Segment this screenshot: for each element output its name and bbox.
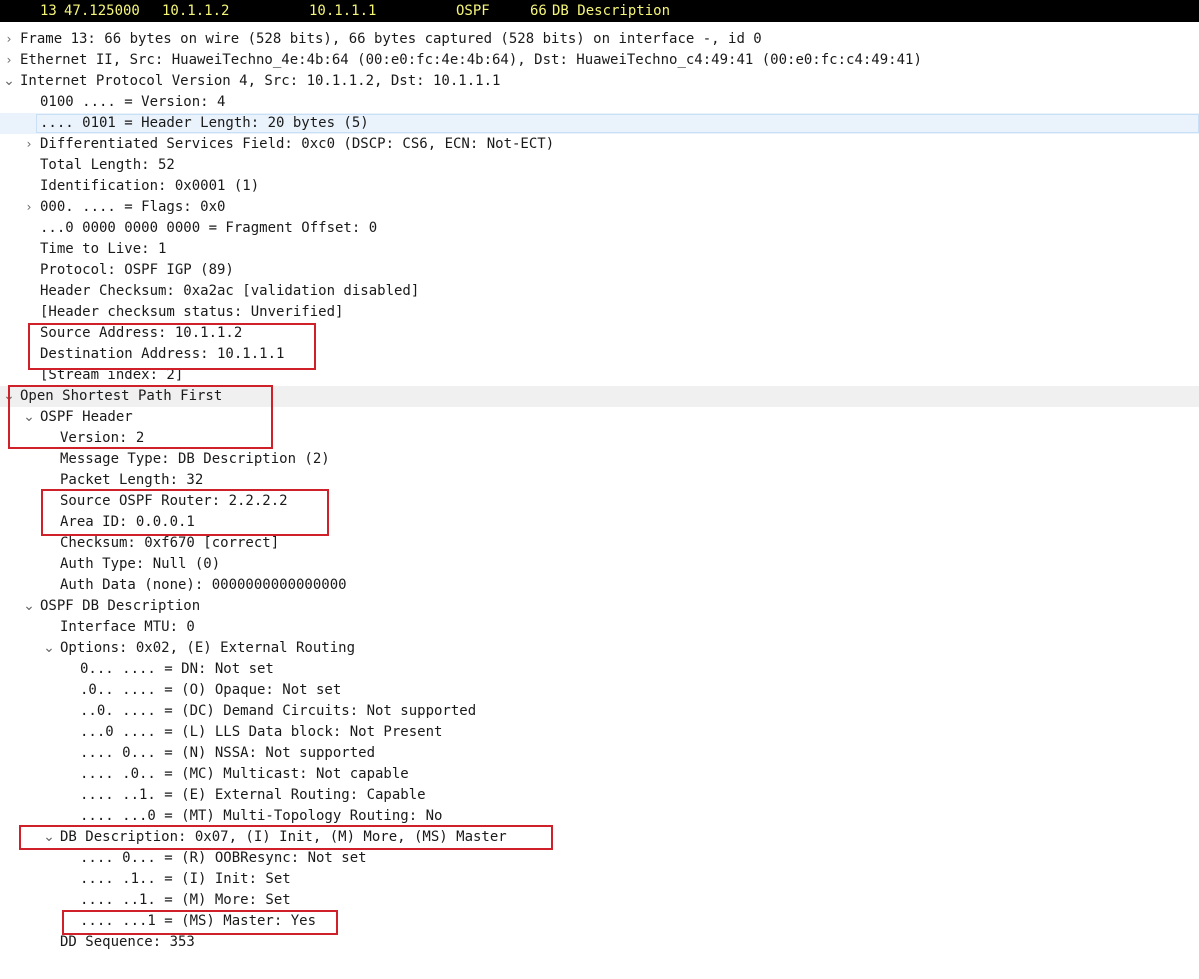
- tree-row[interactable]: .... .0.. = (MC) Multicast: Not capable: [0, 764, 1199, 785]
- tree-row[interactable]: › Differentiated Services Field: 0xc0 (DS…: [0, 134, 1199, 155]
- packet-time: 47.125000: [64, 3, 140, 19]
- tree-row-label: 0... .... = DN: Not set: [80, 661, 274, 677]
- chevron-right-icon[interactable]: ›: [22, 134, 36, 155]
- tree-row[interactable]: [Header checksum status: Unverified]: [0, 302, 1199, 323]
- tree-row-label: OSPF DB Description: [40, 598, 201, 614]
- tree-row-label: ...0 0000 0000 0000 = Fragment Offset: 0: [40, 220, 378, 236]
- tree-row[interactable]: Auth Type: Null (0): [0, 554, 1199, 575]
- chevron-right-icon[interactable]: ›: [2, 29, 16, 50]
- tree-row-label: Auth Type: Null (0): [60, 556, 221, 572]
- tree-row-label: [Header checksum status: Unverified]: [40, 304, 344, 320]
- tree-row[interactable]: .... 0... = (N) NSSA: Not supported: [0, 743, 1199, 764]
- annotation-box-master-flag: [62, 910, 338, 935]
- packet-protocol: OSPF: [456, 3, 490, 19]
- packet-source: 10.1.1.2: [162, 3, 230, 19]
- tree-row[interactable]: ⌄ Options: 0x02, (E) External Routing: [0, 638, 1199, 659]
- tree-row[interactable]: › Frame 13: 66 bytes on wire (528 bits), …: [0, 29, 1199, 50]
- tree-row[interactable]: Total Length: 52: [0, 155, 1199, 176]
- tree-row-label: Message Type: DB Description (2): [60, 451, 330, 467]
- tree-row-label: 000. .... = Flags: 0x0: [40, 199, 226, 215]
- tree-row-label: .... .0.. = (MC) Multicast: Not capable: [80, 766, 409, 782]
- tree-row[interactable]: .0.. .... = (O) Opaque: Not set: [0, 680, 1199, 701]
- tree-row-label: .... 0... = (R) OOBResync: Not set: [80, 850, 367, 866]
- tree-row-label: Total Length: 52: [40, 157, 175, 173]
- tree-row-label: Protocol: OSPF IGP (89): [40, 262, 234, 278]
- chevron-right-icon[interactable]: ›: [22, 197, 36, 218]
- tree-row-label: Header Checksum: 0xa2ac [validation disa…: [40, 283, 420, 299]
- tree-row[interactable]: Checksum: 0xf670 [correct]: [0, 533, 1199, 554]
- packet-number: 13: [40, 3, 57, 19]
- tree-row[interactable]: ⌄ Internet Protocol Version 4, Src: 10.1.…: [0, 71, 1199, 92]
- chevron-down-icon[interactable]: ⌄: [42, 638, 56, 659]
- tree-row-label: ..0. .... = (DC) Demand Circuits: Not su…: [80, 703, 477, 719]
- annotation-box-ip-addresses: [28, 323, 316, 370]
- tree-row-label: .... ...0 = (MT) Multi-Topology Routing:…: [80, 808, 443, 824]
- tree-row[interactable]: Protocol: OSPF IGP (89): [0, 260, 1199, 281]
- tree-row[interactable]: ...0 0000 0000 0000 = Fragment Offset: 0: [0, 218, 1199, 239]
- tree-row-label: Identification: 0x0001 (1): [40, 178, 260, 194]
- packet-info: DB Description: [552, 3, 671, 19]
- annotation-box-ospf-header: [8, 385, 273, 449]
- tree-row[interactable]: Header Checksum: 0xa2ac [validation disa…: [0, 281, 1199, 302]
- chevron-down-icon[interactable]: ⌄: [2, 71, 16, 92]
- tree-row-label: .... ..1. = (E) External Routing: Capabl…: [80, 787, 426, 803]
- tree-row[interactable]: .... ..1. = (E) External Routing: Capabl…: [0, 785, 1199, 806]
- tree-row-label: .0.. .... = (O) Opaque: Not set: [80, 682, 342, 698]
- tree-row-label: Options: 0x02, (E) External Routing: [60, 640, 356, 656]
- tree-row-label: .... 0... = (N) NSSA: Not supported: [80, 745, 376, 761]
- tree-row[interactable]: › Ethernet II, Src: HuaweiTechno_4e:4b:64…: [0, 50, 1199, 71]
- packet-destination: 10.1.1.1: [309, 3, 377, 19]
- annotation-box-db-description: [19, 825, 553, 850]
- tree-row-label: Internet Protocol Version 4, Src: 10.1.1…: [20, 73, 501, 89]
- tree-row-label: ...0 .... = (L) LLS Data block: Not Pres…: [80, 724, 443, 740]
- tree-row[interactable]: .... ...0 = (MT) Multi-Topology Routing:…: [0, 806, 1199, 827]
- tree-row[interactable]: ⌄ OSPF DB Description: [0, 596, 1199, 617]
- tree-row-label: DD Sequence: 353: [60, 934, 195, 950]
- tree-row[interactable]: Message Type: DB Description (2): [0, 449, 1199, 470]
- tree-row[interactable]: .... 0... = (R) OOBResync: Not set: [0, 848, 1199, 869]
- tree-row-label: .... ..1. = (M) More: Set: [80, 892, 291, 908]
- tree-row[interactable]: Interface MTU: 0: [0, 617, 1199, 638]
- tree-row-label: Time to Live: 1: [40, 241, 167, 257]
- tree-row-label: Ethernet II, Src: HuaweiTechno_4e:4b:64 …: [20, 52, 922, 68]
- tree-row[interactable]: 0... .... = DN: Not set: [0, 659, 1199, 680]
- tree-row-label: Auth Data (none): 0000000000000000: [60, 577, 347, 593]
- packet-list-row[interactable]: 13 47.125000 10.1.1.2 10.1.1.1 OSPF 66 D…: [0, 0, 1199, 22]
- tree-row[interactable]: › 000. .... = Flags: 0x0: [0, 197, 1199, 218]
- tree-row[interactable]: 0100 .... = Version: 4: [0, 92, 1199, 113]
- tree-row[interactable]: DD Sequence: 353: [0, 932, 1199, 953]
- tree-row[interactable]: .... .1.. = (I) Init: Set: [0, 869, 1199, 890]
- chevron-right-icon[interactable]: ›: [2, 50, 16, 71]
- tree-row[interactable]: Auth Data (none): 0000000000000000: [0, 575, 1199, 596]
- tree-row-label: Differentiated Services Field: 0xc0 (DSC…: [40, 136, 555, 152]
- tree-row[interactable]: .... 0101 = Header Length: 20 bytes (5): [0, 113, 1199, 134]
- tree-row-label: .... 0101 = Header Length: 20 bytes (5): [40, 115, 369, 131]
- tree-row-label: Frame 13: 66 bytes on wire (528 bits), 6…: [20, 31, 762, 47]
- tree-row[interactable]: ..0. .... = (DC) Demand Circuits: Not su…: [0, 701, 1199, 722]
- tree-row-label: 0100 .... = Version: 4: [40, 94, 226, 110]
- tree-row[interactable]: Identification: 0x0001 (1): [0, 176, 1199, 197]
- tree-row[interactable]: ...0 .... = (L) LLS Data block: Not Pres…: [0, 722, 1199, 743]
- tree-row-label: Packet Length: 32: [60, 472, 204, 488]
- tree-row[interactable]: .... ..1. = (M) More: Set: [0, 890, 1199, 911]
- tree-row-label: Interface MTU: 0: [60, 619, 195, 635]
- tree-row[interactable]: Packet Length: 32: [0, 470, 1199, 491]
- tree-row-label: .... .1.. = (I) Init: Set: [80, 871, 291, 887]
- tree-row-label: Checksum: 0xf670 [correct]: [60, 535, 280, 551]
- chevron-down-icon[interactable]: ⌄: [22, 596, 36, 617]
- annotation-box-router-area: [41, 489, 329, 536]
- packet-length: 66: [530, 3, 547, 19]
- tree-row[interactable]: Time to Live: 1: [0, 239, 1199, 260]
